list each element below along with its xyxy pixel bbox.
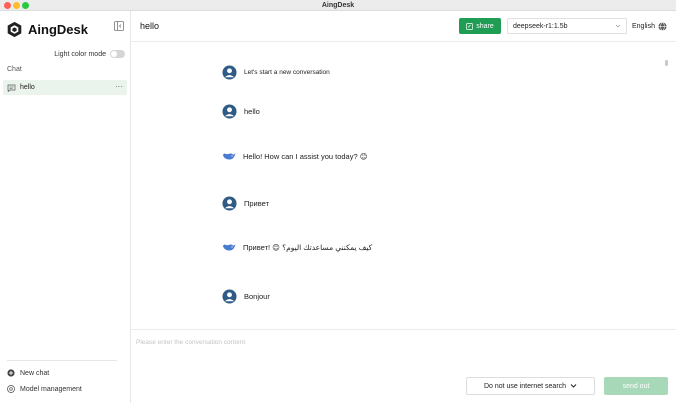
send-button[interactable]: send out bbox=[604, 377, 668, 395]
chat-section-label: Chat bbox=[7, 66, 22, 73]
chevron-down-icon bbox=[615, 24, 621, 28]
message-assistant: Привет! 😊 كيف يمكنني مساعدتك اليوم؟ bbox=[222, 242, 372, 252]
composer: Do not use internet search send out bbox=[131, 329, 676, 403]
chat-bubble-icon bbox=[7, 84, 16, 92]
user-avatar-icon bbox=[222, 289, 237, 304]
sidebar: AingDesk Light color mode Chat hello ···… bbox=[0, 11, 131, 403]
message-text: Bonjour bbox=[244, 292, 270, 301]
share-icon bbox=[466, 22, 474, 30]
message-text: Hello! How can I assist you today? 😊 bbox=[243, 151, 368, 161]
user-avatar-icon bbox=[222, 196, 237, 211]
message-assistant: Hello! How can I assist you today? 😊 bbox=[222, 151, 368, 161]
user-avatar-icon bbox=[222, 65, 237, 80]
model-management-label: Model management bbox=[20, 385, 82, 393]
whale-icon bbox=[222, 153, 236, 160]
message-user: Привет bbox=[222, 196, 269, 211]
conversation-header: hello share deepseek-r1:1.5b English bbox=[131, 11, 676, 42]
message-scrollbar[interactable] bbox=[665, 60, 668, 66]
conversation-input[interactable] bbox=[136, 335, 666, 349]
chat-item-hello[interactable]: hello ··· bbox=[3, 80, 127, 95]
share-button[interactable]: share bbox=[459, 18, 501, 34]
internet-search-select[interactable]: Do not use internet search bbox=[466, 377, 595, 395]
user-avatar-icon bbox=[222, 104, 237, 119]
message-text: Let's start a new conversation bbox=[244, 69, 330, 76]
globe-icon bbox=[658, 22, 667, 31]
language-selector[interactable]: English bbox=[632, 22, 667, 31]
model-select-value: deepseek-r1:1.5b bbox=[513, 22, 568, 30]
light-mode-label: Light color mode bbox=[54, 50, 106, 58]
whale-icon bbox=[222, 244, 236, 251]
message-text: hello bbox=[244, 107, 260, 116]
model-select[interactable]: deepseek-r1:1.5b bbox=[507, 18, 627, 34]
message-system: Let's start a new conversation bbox=[222, 65, 330, 80]
aingdesk-logo-icon bbox=[7, 21, 22, 38]
chevron-down-icon bbox=[570, 384, 577, 388]
conversation-title: hello bbox=[140, 21, 160, 31]
message-text: Привет! 😊 كيف يمكنني مساعدتك اليوم؟ bbox=[243, 242, 373, 252]
chat-item-more-button[interactable]: ··· bbox=[115, 82, 123, 91]
window-title: AingDesk bbox=[321, 2, 355, 9]
brand: AingDesk bbox=[6, 21, 88, 38]
sidebar-collapse-icon[interactable] bbox=[114, 21, 124, 31]
message-list: Let's start a new conversation hello Hel… bbox=[131, 42, 676, 329]
light-mode-row: Light color mode bbox=[0, 48, 131, 60]
model-management-button[interactable]: Model management bbox=[7, 385, 82, 393]
message-user: Bonjour bbox=[222, 289, 270, 304]
window-titlebar: AingDesk bbox=[0, 0, 676, 11]
chat-item-label: hello bbox=[20, 84, 35, 91]
sidebar-divider bbox=[7, 360, 117, 361]
plus-circle-icon bbox=[7, 369, 15, 377]
internet-search-value: Do not use internet search bbox=[483, 382, 567, 390]
gear-circle-icon bbox=[7, 385, 15, 393]
new-chat-label: New chat bbox=[20, 369, 50, 377]
message-user: hello bbox=[222, 104, 260, 119]
language-label: English bbox=[632, 23, 655, 30]
light-mode-toggle[interactable] bbox=[110, 50, 125, 58]
message-text: Привет bbox=[244, 199, 270, 208]
new-chat-button[interactable]: New chat bbox=[7, 369, 49, 377]
brand-name: AingDesk bbox=[28, 22, 88, 37]
share-label: share bbox=[476, 22, 494, 30]
